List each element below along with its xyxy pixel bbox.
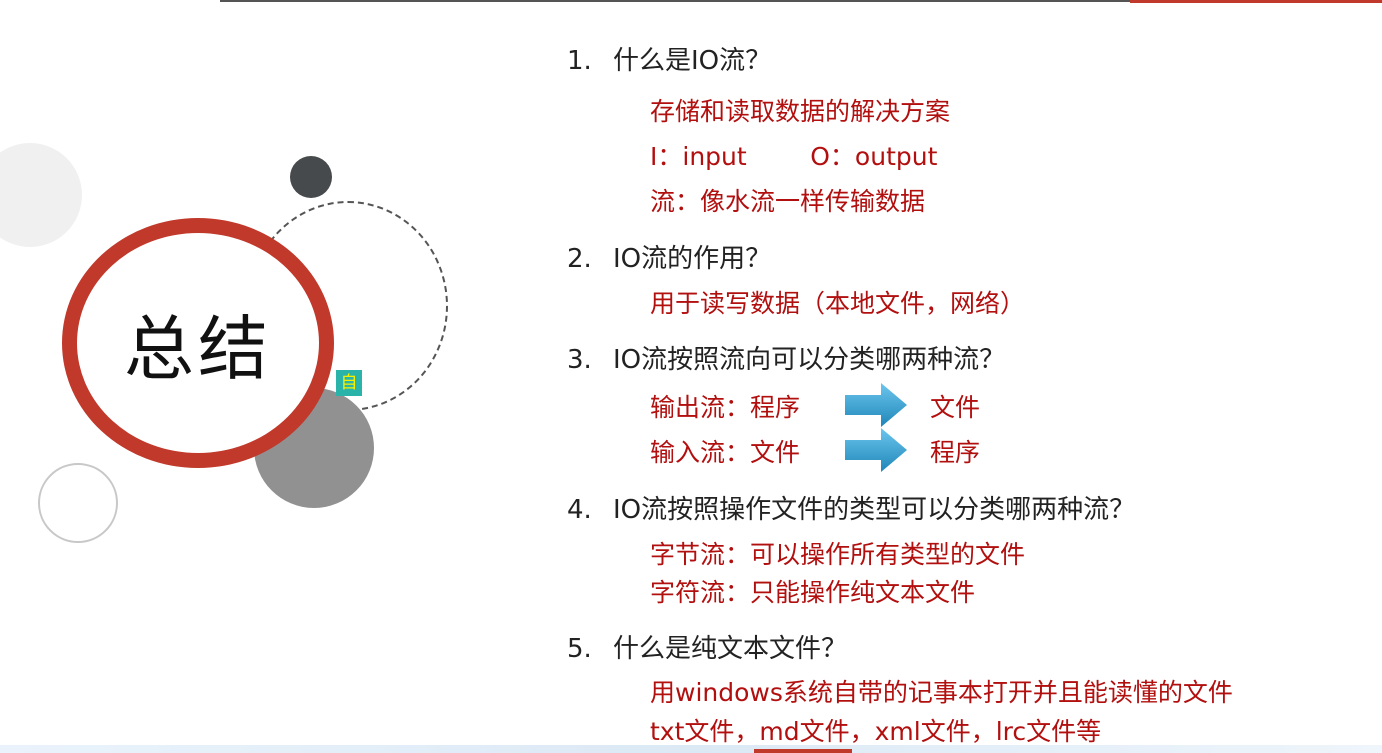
question-text: IO流的作用？ <box>613 244 772 274</box>
flow-target: 程序 <box>930 438 981 467</box>
decorative-circle-outline <box>38 463 118 543</box>
question-number: 4. <box>567 495 592 525</box>
question-number: 2. <box>567 244 592 274</box>
question-number: 1. <box>567 46 592 76</box>
flow-label: 输出流：程序 <box>650 393 801 422</box>
answer-text: 用于读写数据（本地文件，网络） <box>650 289 1026 318</box>
answer-text: 用windows系统自带的记事本打开并且能读懂的文件 <box>650 678 1233 707</box>
badge-icon: 自 <box>336 370 362 396</box>
question-text: IO流按照操作文件的类型可以分类哪两种流？ <box>613 495 1136 525</box>
question-number: 5. <box>567 634 592 664</box>
right-arrow-icon <box>845 383 907 427</box>
question-number: 3. <box>567 345 592 375</box>
answer-text: 存储和读取数据的解决方案 <box>650 97 951 126</box>
question-2: 2. IO流的作用？ <box>567 238 771 275</box>
flow-target: 文件 <box>930 393 981 422</box>
answer-text: I：input O：output <box>650 142 938 171</box>
question-1: 1. 什么是IO流？ <box>567 40 771 77</box>
decorative-circle-dark <box>290 156 332 198</box>
answer-text: 字节流：可以操作所有类型的文件 <box>650 540 1026 569</box>
right-arrow-icon <box>845 428 907 472</box>
question-text: IO流按照流向可以分类哪两种流？ <box>613 345 1006 375</box>
bottom-accent <box>754 749 852 753</box>
title-ring: 总结 <box>62 218 334 468</box>
decorative-circle-light <box>0 143 82 247</box>
answer-text: 字符流：只能操作纯文本文件 <box>650 578 976 607</box>
slide-title: 总结 <box>124 307 272 390</box>
top-divider-line <box>220 0 1130 2</box>
answer-text: 流：像水流一样传输数据 <box>650 187 926 216</box>
answer-text: txt文件，md文件，xml文件，lrc文件等 <box>650 717 1102 746</box>
question-5: 5. 什么是纯文本文件？ <box>567 628 847 665</box>
question-text: 什么是纯文本文件？ <box>613 634 848 664</box>
top-accent-line <box>1130 0 1382 3</box>
flow-label: 输入流：文件 <box>650 438 801 467</box>
question-text: 什么是IO流？ <box>613 46 772 76</box>
question-4: 4. IO流按照操作文件的类型可以分类哪两种流？ <box>567 489 1135 526</box>
question-3: 3. IO流按照流向可以分类哪两种流？ <box>567 339 1005 376</box>
bottom-strip <box>0 745 1382 753</box>
